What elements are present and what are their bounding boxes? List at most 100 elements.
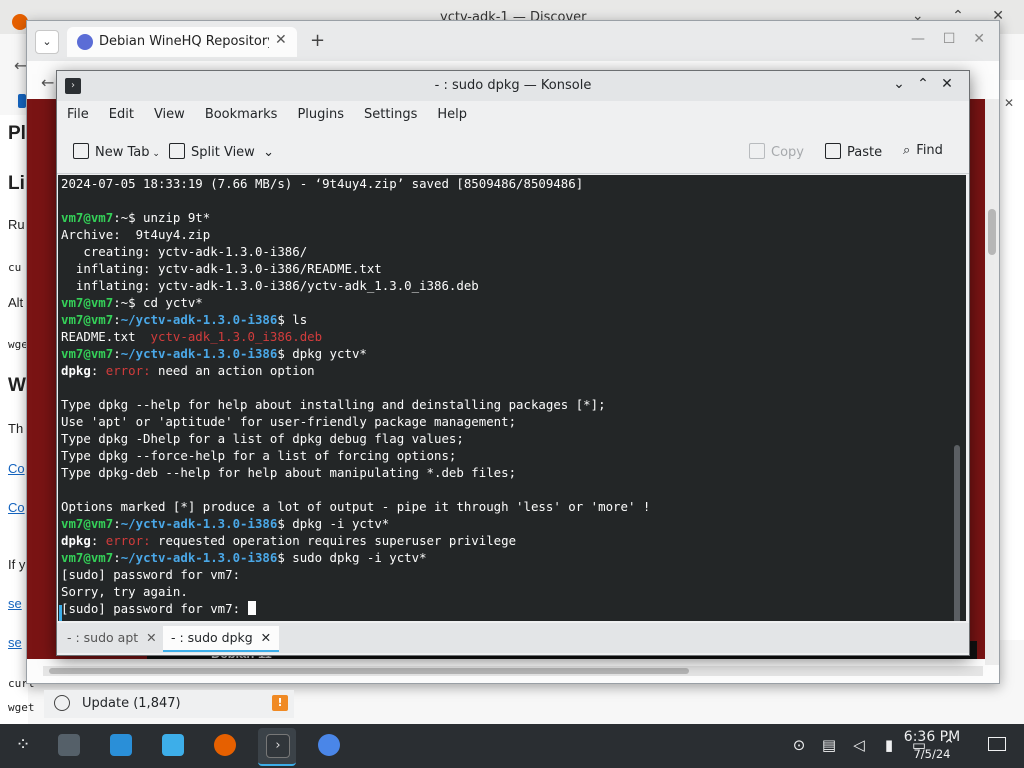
clock-date[interactable]: 7/5/24 bbox=[896, 747, 968, 761]
browser-tab[interactable]: Debian WineHQ Repository ✕ bbox=[67, 27, 297, 57]
scrollbar-thumb[interactable] bbox=[988, 209, 996, 255]
terminal-text: error: bbox=[105, 533, 151, 548]
maximize-icon[interactable]: ⌃ bbox=[911, 76, 935, 92]
file-manager-task[interactable] bbox=[154, 728, 192, 764]
terminal-output: 2024-07-05 18:33:19 (7.66 MB/s) - ‘9t4uy… bbox=[61, 175, 650, 617]
terminal-area[interactable]: 2024-07-05 18:33:19 (7.66 MB/s) - ‘9t4uy… bbox=[58, 175, 966, 621]
terminal-text: $ sudo dpkg -i yctv* bbox=[277, 550, 427, 565]
paste-button[interactable]: Paste bbox=[825, 143, 882, 160]
terminal-scrollbar[interactable] bbox=[954, 445, 960, 621]
application-launcher-button[interactable]: ⁘ bbox=[4, 728, 42, 764]
terminal-text: ~/yctv-adk-1.3.0-i386 bbox=[120, 516, 278, 531]
new-tab-button[interactable]: New Tab ⌄ bbox=[73, 143, 160, 160]
terminal-text: Type dpkg --force-help for a list of for… bbox=[61, 448, 457, 463]
terminal-text: creating: yctv-adk-1.3.0-i386/ bbox=[61, 244, 308, 259]
terminal-line: dpkg: error: need an action option bbox=[61, 362, 650, 379]
find-button[interactable]: ⌕ Find bbox=[903, 143, 943, 158]
horizontal-scrollbar[interactable] bbox=[43, 666, 983, 676]
terminal-line: vm7@vm7:~/yctv-adk-1.3.0-i386$ dpkg -i y… bbox=[61, 515, 650, 532]
terminal-text: ~/yctv-adk-1.3.0-i386 bbox=[120, 346, 278, 361]
terminal-text: vm7@vm7 bbox=[61, 295, 114, 310]
terminal-text: Options marked [*] produce a lot of outp… bbox=[61, 499, 651, 514]
page-heading-fragment: Pl bbox=[8, 123, 26, 144]
link-fragment[interactable]: se bbox=[8, 635, 22, 650]
tab-close-icon[interactable]: ✕ bbox=[261, 630, 271, 645]
back-arrow-icon[interactable]: ← bbox=[41, 73, 54, 92]
menu-view[interactable]: View bbox=[144, 101, 195, 122]
tab-close-icon[interactable]: ✕ bbox=[275, 32, 287, 48]
menu-help[interactable]: Help bbox=[427, 101, 477, 122]
new-tab-label: New Tab bbox=[95, 145, 150, 160]
link-fragment[interactable]: se bbox=[8, 596, 22, 611]
code-fragment: cu bbox=[8, 261, 22, 274]
tab-favicon-icon bbox=[77, 34, 93, 50]
terminal-line: Options marked [*] produce a lot of outp… bbox=[61, 498, 650, 515]
terminal-text: vm7@vm7 bbox=[61, 210, 114, 225]
terminal-line: vm7@vm7:~/yctv-adk-1.3.0-i386$ sudo dpkg… bbox=[61, 549, 650, 566]
update-icon[interactable]: ⊙ bbox=[784, 736, 814, 754]
text-fragment: Th bbox=[8, 421, 24, 436]
window-title: - : sudo dpkg — Konsole bbox=[434, 78, 592, 93]
volume-muted-icon[interactable]: ◁ bbox=[844, 736, 874, 754]
konsole-task[interactable]: › bbox=[258, 728, 296, 766]
terminal-text: inflating: yctv-adk-1.3.0-i386/yctv-adk_… bbox=[61, 278, 479, 293]
terminal-text: Archive: 9t4uy4.zip bbox=[61, 227, 211, 242]
terminal-text: $ dpkg yctv* bbox=[277, 346, 367, 361]
clipboard-icon[interactable]: ▤ bbox=[814, 736, 844, 754]
terminal-text: Type dpkg -Dhelp for a list of dpkg debu… bbox=[61, 431, 464, 446]
link-fragment[interactable]: Co bbox=[8, 461, 25, 476]
maximize-icon[interactable]: ☐ bbox=[943, 31, 956, 47]
close-icon[interactable]: ✕ bbox=[935, 76, 959, 92]
firefox-task[interactable] bbox=[206, 728, 244, 764]
background-right-column: ✕ bbox=[998, 80, 1024, 640]
minimize-icon[interactable]: — bbox=[911, 31, 925, 47]
copy-button[interactable]: Copy bbox=[749, 143, 804, 160]
show-desktop-icon[interactable] bbox=[988, 737, 1006, 751]
browser-tab-label: Debian WineHQ Repository bbox=[99, 34, 269, 49]
chromium-task[interactable] bbox=[310, 728, 348, 764]
link-fragment[interactable]: Co bbox=[8, 500, 25, 515]
tab-list-button[interactable]: ⌄ bbox=[35, 30, 59, 54]
discover-task[interactable] bbox=[102, 728, 140, 764]
menu-bookmarks[interactable]: Bookmarks bbox=[195, 101, 288, 122]
terminal-text: [sudo] password for vm7: bbox=[61, 567, 241, 582]
terminal-text: ~/yctv-adk-1.3.0-i386 bbox=[120, 550, 278, 565]
close-icon[interactable]: ✕ bbox=[973, 31, 985, 47]
terminal-text: :~$ unzip 9t* bbox=[113, 210, 211, 225]
terminal-text: README.txt bbox=[61, 329, 151, 344]
vertical-scrollbar[interactable] bbox=[985, 99, 999, 665]
menu-file[interactable]: File bbox=[57, 101, 99, 122]
konsole-tab-label: - : sudo apt bbox=[67, 630, 139, 645]
new-tab-button[interactable]: + bbox=[310, 30, 325, 51]
terminal-line: [sudo] password for vm7: bbox=[61, 566, 650, 583]
system-settings-task[interactable] bbox=[50, 728, 88, 764]
terminal-text: [sudo] password for vm7: bbox=[61, 601, 248, 616]
terminal-text: yctv-adk_1.3.0_i386.deb bbox=[150, 329, 323, 344]
chevron-down-icon: ⌄ bbox=[254, 145, 274, 160]
konsole-tab-active[interactable]: - : sudo dpkg ✕ bbox=[163, 626, 280, 652]
menu-plugins[interactable]: Plugins bbox=[287, 101, 354, 122]
sidebar-marker bbox=[18, 94, 26, 108]
search-icon: ⌕ bbox=[903, 143, 911, 158]
split-view-label: Split View bbox=[191, 145, 255, 160]
discover-icon bbox=[110, 734, 132, 756]
terminal-text: Type dpkg-deb --help for help about mani… bbox=[61, 465, 517, 480]
menu-edit[interactable]: Edit bbox=[99, 101, 144, 122]
terminal-line: Type dpkg --force-help for a list of for… bbox=[61, 447, 650, 464]
scrollbar-thumb[interactable] bbox=[49, 668, 689, 674]
terminal-text: Type dpkg --help for help about installi… bbox=[61, 397, 606, 412]
background-page-content: Pl Li Ru cu Alt wge W Th Co Co If y se s… bbox=[0, 115, 35, 725]
update-notification[interactable]: Update (1,847) ! bbox=[44, 690, 294, 718]
konsole-tab[interactable]: - : sudo apt ✕ bbox=[59, 626, 165, 650]
minimize-icon[interactable]: ⌄ bbox=[887, 76, 911, 92]
split-view-button[interactable]: Split View ⌄ bbox=[169, 143, 274, 160]
menu-settings[interactable]: Settings bbox=[354, 101, 427, 122]
tab-close-icon[interactable]: ✕ bbox=[146, 630, 156, 645]
clock-time[interactable]: 6:36 PM bbox=[896, 729, 968, 745]
terminal-line: [sudo] password for vm7: bbox=[61, 600, 650, 617]
konsole-titlebar: - : sudo dpkg — Konsole › ⌄ ⌃ ✕ bbox=[57, 71, 969, 101]
close-icon[interactable]: ✕ bbox=[1004, 96, 1014, 110]
konsole-tab-label: - : sudo dpkg bbox=[171, 630, 253, 645]
